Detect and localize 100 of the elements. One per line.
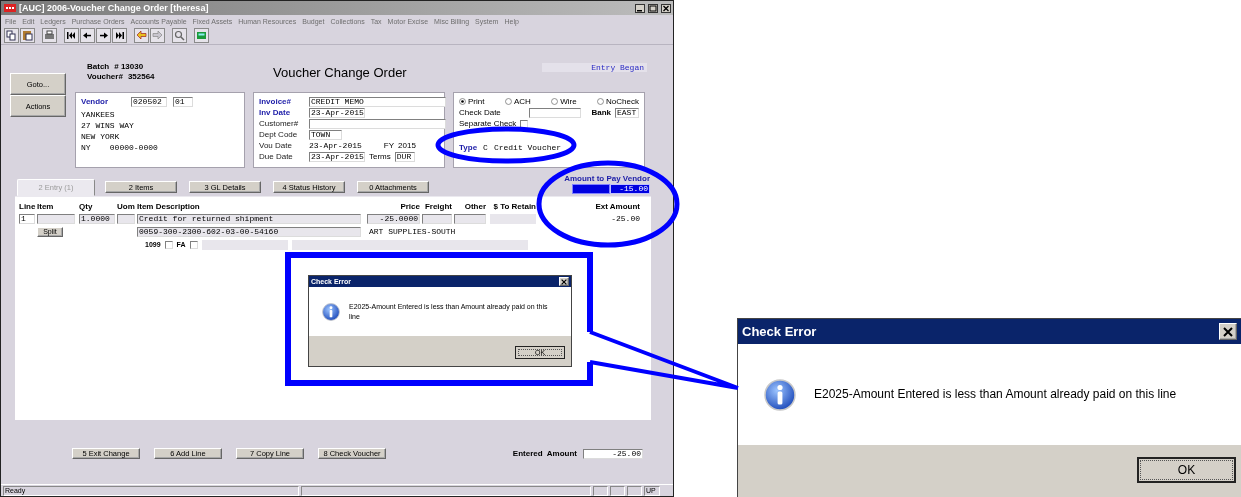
other-field[interactable]	[454, 213, 486, 224]
type-name: Credit Voucher	[493, 143, 562, 152]
description-field[interactable]: Credit for returned shipment	[137, 213, 361, 224]
voucher-label: Voucher#	[87, 72, 123, 82]
amount-bar	[572, 184, 610, 194]
entry-status: Entry Began	[542, 63, 647, 72]
freight-field[interactable]	[422, 213, 452, 224]
uom-field[interactable]	[117, 213, 135, 224]
retain-field	[490, 213, 536, 224]
next-record-icon[interactable]	[96, 28, 111, 43]
form-title: Voucher Change Order	[273, 65, 407, 80]
radio-label: ACH	[513, 97, 531, 106]
close-icon[interactable]	[661, 3, 671, 13]
field-label: Inv Date	[259, 108, 292, 117]
close-icon	[1223, 326, 1233, 337]
input-field[interactable]: TOWN	[309, 129, 342, 140]
vendor-address-line: NEW YORK	[81, 132, 120, 141]
previous-record-icon[interactable]	[80, 28, 95, 43]
column-header: Price	[399, 202, 420, 211]
amount-to-pay-label: Amount to Pay Vendor	[564, 174, 650, 183]
field-label: Invoice#	[259, 97, 292, 106]
radio-button[interactable]	[597, 98, 605, 105]
window-title: [AUC] 2006-Voucher Change Order [theresa]	[19, 3, 210, 13]
column-header: Qty	[79, 202, 94, 211]
ext-amount: -25.00	[611, 214, 640, 223]
info-icon	[764, 378, 796, 411]
separate-check-label: Separate Check	[459, 119, 517, 128]
field-label: Terms	[369, 152, 391, 161]
type-label: Type	[459, 143, 478, 152]
price-field[interactable]: -25.0000	[367, 213, 420, 224]
vendor-label: Vendor	[81, 97, 110, 106]
bank-field[interactable]: EAST	[615, 107, 639, 118]
field-value: 2015	[398, 141, 416, 150]
column-header: Item	[37, 202, 55, 211]
dialog-title: Check Error	[742, 324, 817, 339]
arrow-right-icon[interactable]	[150, 28, 165, 43]
close-icon	[561, 278, 567, 285]
maximize-icon[interactable]	[648, 3, 658, 13]
field-label: FY	[383, 141, 395, 150]
ok-button[interactable]: OK	[1137, 457, 1236, 483]
entered-amount-label: Entered Amount	[512, 449, 577, 458]
radio-button[interactable]	[551, 98, 559, 105]
amount-to-pay-value: -15.00	[610, 184, 650, 194]
checkbox-1099[interactable]	[164, 240, 173, 249]
copy-icon[interactable]	[4, 28, 19, 43]
field-label: Vou Date	[259, 141, 293, 150]
printer-icon[interactable]	[42, 28, 57, 43]
vendor-address-line: 27 WINS WAY	[81, 121, 134, 130]
bank-label: Bank	[591, 108, 611, 117]
column-header: Freight	[423, 202, 452, 211]
search-icon[interactable]	[172, 28, 187, 43]
close-button[interactable]	[559, 277, 569, 286]
field-label: Due Date	[259, 152, 294, 161]
batch-number: # 13030	[114, 62, 144, 72]
check-date-label: Check Date	[459, 108, 502, 117]
paste-icon[interactable]	[20, 28, 35, 43]
field-value: 23-Apr-2015	[309, 141, 362, 150]
input-field[interactable]: 23-Apr-2015	[309, 107, 365, 118]
column-header: Ext Amount	[594, 202, 640, 211]
radio-label: Print	[468, 97, 485, 106]
first-record-icon[interactable]	[64, 28, 79, 43]
vendor-address-line: YANKEES	[81, 110, 115, 119]
radio-label: Wire	[560, 97, 577, 106]
field-label: Dept Code	[259, 130, 299, 139]
arrow-left-icon[interactable]	[134, 28, 149, 43]
entered-amount-field[interactable]: -25.00	[583, 448, 643, 459]
status-pane	[610, 486, 625, 496]
vendor-address-line: NY 00000-0000	[81, 143, 158, 152]
app-icon	[4, 4, 16, 12]
item-field[interactable]	[37, 213, 75, 224]
line-field[interactable]: 1	[19, 213, 35, 224]
last-record-icon[interactable]	[112, 28, 127, 43]
screen-icon[interactable]	[194, 28, 209, 43]
voucher-number: 352564	[127, 72, 155, 82]
vendor-suffix-field[interactable]: 01	[173, 96, 193, 107]
column-header: Item Description	[137, 202, 201, 211]
type-code: C	[483, 143, 488, 152]
vendor-code-field[interactable]: 020502	[131, 96, 167, 107]
input-field[interactable]: DUR	[394, 151, 415, 162]
separate-check-checkbox[interactable]	[520, 119, 529, 128]
account-name: ART SUPPLIES-SOUTH	[369, 227, 456, 236]
field-label: Customer#	[259, 119, 300, 128]
input-field[interactable]	[309, 118, 446, 129]
qty-field[interactable]: 1.0000	[79, 213, 115, 224]
info-icon	[322, 302, 340, 321]
status-pane	[627, 486, 642, 496]
status-pane	[593, 486, 608, 496]
radio-button[interactable]	[459, 98, 466, 105]
input-field[interactable]: CREDIT MEMO	[309, 96, 446, 107]
account-field[interactable]: 0059-300-2300-602-03-00-54160	[137, 226, 361, 237]
check-date-field[interactable]	[529, 107, 581, 118]
column-header: Other	[463, 202, 486, 211]
close-button[interactable]	[1219, 323, 1237, 340]
error-message: E2025-Amount Entered is less than Amount already paid on this line	[814, 386, 1178, 403]
minimize-icon[interactable]	[635, 3, 645, 13]
column-header: $ To Retain	[492, 202, 536, 211]
fa-checkbox[interactable]	[189, 240, 198, 249]
batch-label: Batch	[87, 62, 110, 72]
radio-button[interactable]	[504, 98, 512, 105]
input-field[interactable]: 23-Apr-2015	[309, 151, 365, 162]
